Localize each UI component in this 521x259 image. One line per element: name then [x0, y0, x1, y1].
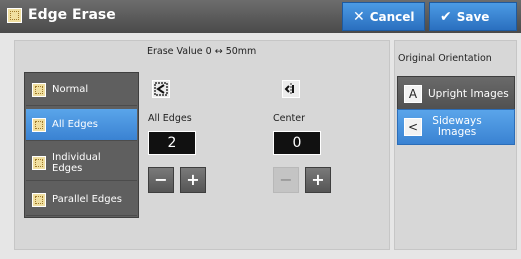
- save-label: Save: [456, 9, 490, 24]
- upright-label: Upright Images: [428, 87, 509, 100]
- sideways-images-button[interactable]: < Sideways Images: [397, 109, 515, 145]
- all-edges-icon: [32, 117, 46, 132]
- mode-all-edges[interactable]: All Edges: [26, 109, 137, 141]
- cancel-button[interactable]: ✕ Cancel: [342, 2, 425, 31]
- parallel-edges-icon: [32, 192, 46, 207]
- center-diagram-icon: [282, 80, 300, 98]
- header-bar: Edge Erase ✕ Cancel ✔ Save: [0, 0, 521, 33]
- checkmark-icon: ✔: [440, 8, 452, 25]
- all-edges-increment-button[interactable]: +: [180, 167, 206, 193]
- normal-icon: [32, 82, 46, 97]
- mode-label: Parallel Edges: [52, 194, 122, 205]
- close-icon: ✕: [353, 8, 365, 25]
- center-increment-button[interactable]: +: [305, 167, 331, 193]
- sideways-a-icon: <: [404, 118, 422, 136]
- center-label: Center: [273, 113, 305, 124]
- all-edges-value-field[interactable]: 2: [148, 131, 196, 155]
- orientation-panel: [394, 40, 517, 250]
- erase-value-label: Erase Value 0 ↔ 50mm: [147, 46, 257, 57]
- all-edges-decrement-button[interactable]: −: [148, 167, 174, 193]
- mode-label: Normal: [52, 84, 89, 95]
- cancel-label: Cancel: [369, 9, 415, 24]
- mode-normal[interactable]: Normal: [26, 74, 137, 106]
- center-value-field[interactable]: 0: [273, 131, 321, 155]
- edge-erase-icon: [7, 8, 22, 23]
- mode-parallel-edges[interactable]: Parallel Edges: [26, 184, 137, 216]
- all-edges-label: All Edges: [148, 113, 192, 124]
- all-edges-diagram-icon: [152, 80, 170, 98]
- mode-individual-edges[interactable]: Individual Edges: [26, 145, 137, 181]
- erase-mode-list: Normal All Edges Individual Edges Parall…: [24, 72, 139, 218]
- individual-edges-icon: [32, 155, 46, 170]
- sideways-label: Sideways Images: [432, 115, 482, 138]
- center-decrement-button: −: [273, 167, 299, 193]
- orientation-label: Original Orientation: [398, 53, 492, 64]
- upright-images-button[interactable]: A Upright Images: [397, 76, 515, 112]
- save-button[interactable]: ✔ Save: [429, 2, 517, 31]
- upright-a-icon: A: [404, 85, 422, 103]
- mode-label: Individual Edges: [52, 151, 101, 174]
- page-title: Edge Erase: [28, 7, 116, 23]
- mode-label: All Edges: [52, 119, 98, 130]
